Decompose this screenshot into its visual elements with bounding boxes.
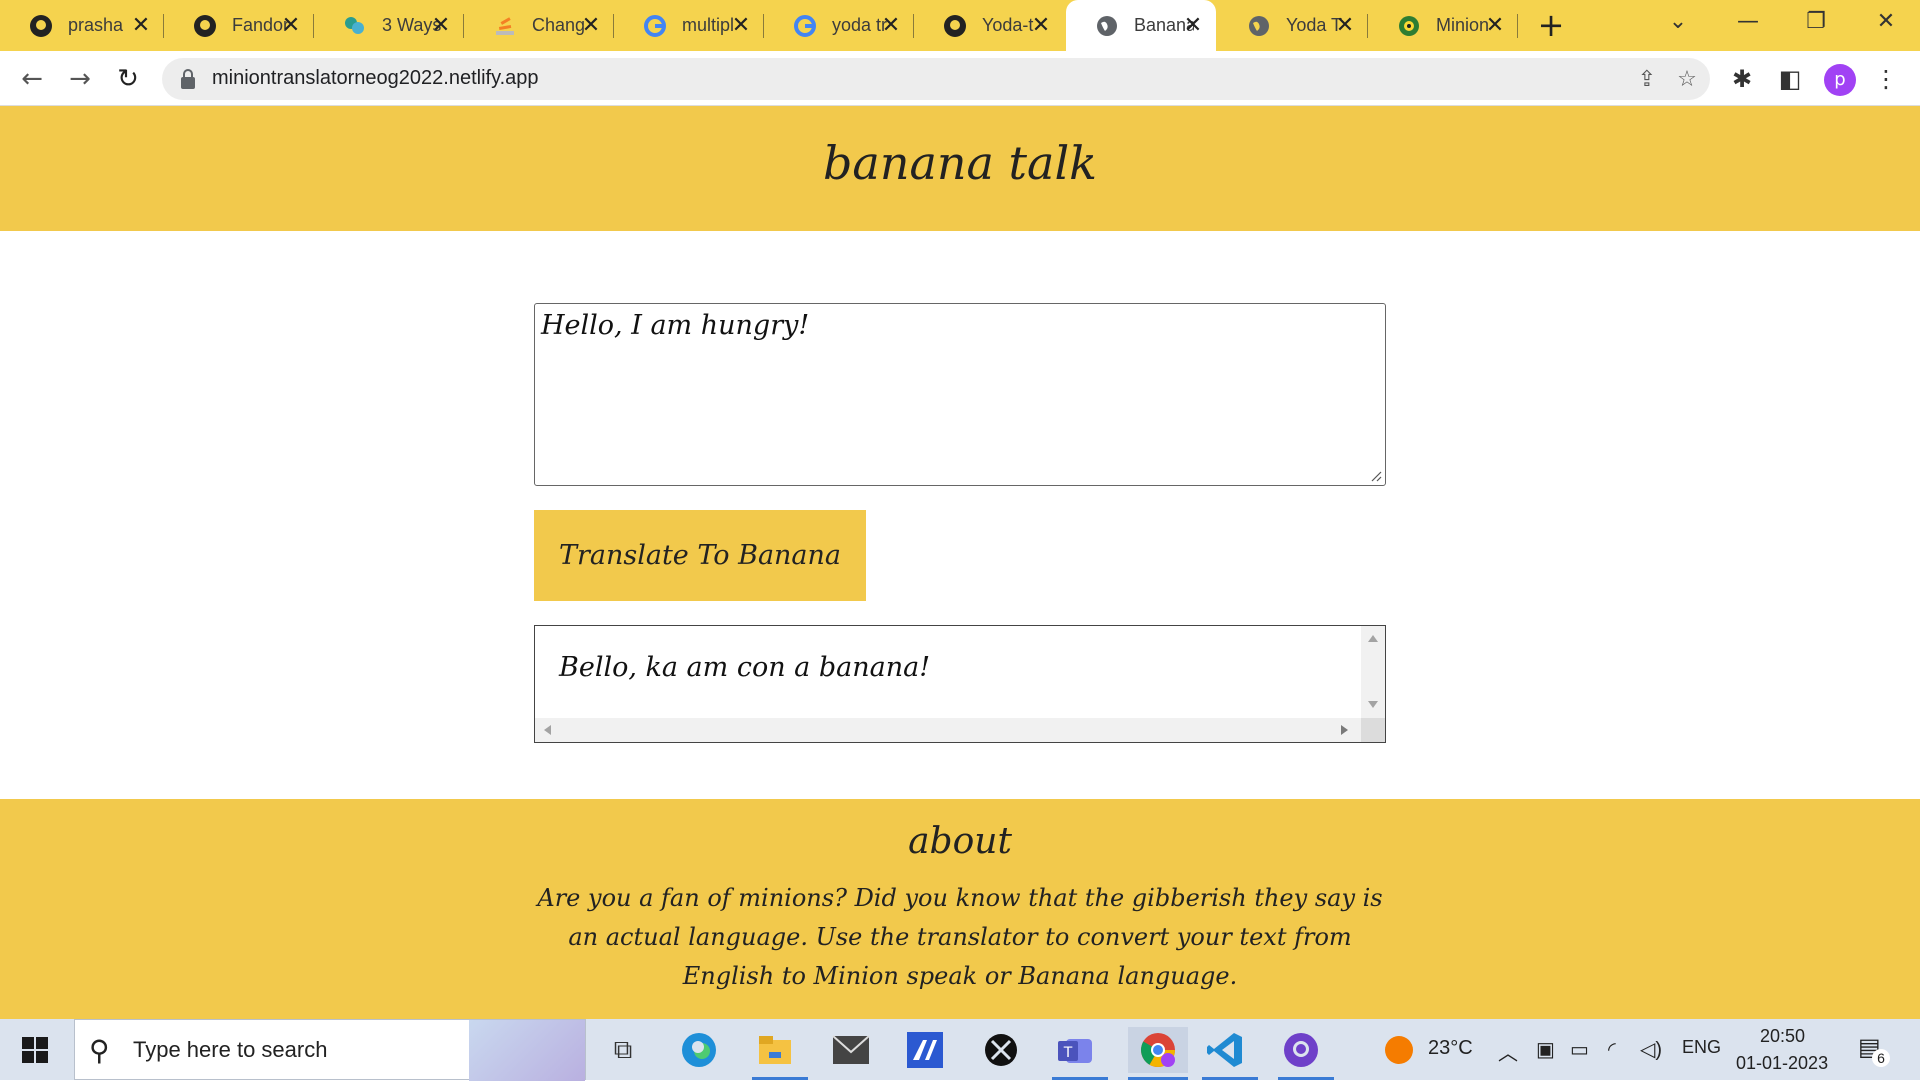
scroll-up-icon[interactable] (1368, 635, 1378, 642)
chevron-up-icon[interactable]: ︿ (1498, 1037, 1518, 1066)
close-icon[interactable]: ✕ (878, 12, 904, 38)
restore-icon[interactable]: ❐ (1786, 0, 1846, 46)
taskbar-search-box[interactable]: ⚲ Type here to search (74, 1019, 586, 1081)
new-tab-button[interactable]: + (1534, 8, 1568, 42)
volume-icon[interactable]: ◁) (1640, 1037, 1662, 1062)
wifi-icon[interactable]: ◜ (1608, 1037, 1616, 1062)
scroll-left-icon[interactable] (544, 725, 551, 735)
task-view-icon[interactable]: ⧉ (600, 1027, 646, 1073)
close-icon[interactable]: ✕ (428, 12, 454, 38)
language-indicator[interactable]: ENG (1682, 1037, 1721, 1058)
google-icon (792, 13, 818, 39)
forward-icon[interactable]: → (62, 61, 98, 97)
tab-4[interactable]: multipl ✕ (614, 0, 764, 51)
side-panel-icon[interactable]: ◧ (1774, 63, 1806, 95)
taskbar: ⚲ Type here to search ⧉ T 23°C ︿ ▣ ▭ ◜ ◁… (0, 1019, 1920, 1081)
globe-icon (1246, 13, 1272, 39)
github-desktop-icon[interactable] (1278, 1027, 1324, 1073)
lock-icon (181, 69, 195, 89)
close-icon[interactable]: ✕ (1028, 12, 1054, 38)
close-icon[interactable]: ✕ (1482, 12, 1508, 38)
close-icon[interactable]: ✕ (578, 12, 604, 38)
weather-icon[interactable] (1384, 1035, 1414, 1065)
share-icon[interactable]: ⇪ (1632, 65, 1662, 95)
close-icon[interactable]: ✕ (278, 12, 304, 38)
clock-date[interactable]: 01-01-2023 (1736, 1053, 1828, 1074)
minion-icon (1396, 13, 1422, 39)
xbox-icon[interactable] (978, 1027, 1024, 1073)
about-heading: about (908, 821, 1012, 862)
menu-icon[interactable]: ⋮ (1870, 63, 1902, 95)
close-icon[interactable]: ✕ (728, 12, 754, 38)
stack-icon (492, 13, 518, 39)
address-bar[interactable]: miniontranslatorneog2022.netlify.app ⇪ ☆ (162, 58, 1710, 100)
tab-separator (1517, 14, 1518, 38)
resize-handle-icon[interactable] (1370, 470, 1382, 482)
about-text: Are you a fan of minions? Did you know t… (537, 884, 1383, 990)
tab-3[interactable]: Chang ✕ (464, 0, 614, 51)
app-icon[interactable] (902, 1027, 948, 1073)
temperature-text[interactable]: 23°C (1428, 1037, 1473, 1060)
about-section: about Are you a fan of minions? Did you … (0, 799, 1920, 1019)
tab-6[interactable]: Yoda-t ✕ (914, 0, 1064, 51)
search-highlight-image (469, 1020, 585, 1081)
battery-icon[interactable]: ▭ (1570, 1037, 1589, 1062)
translate-button[interactable]: Translate To Banana (534, 510, 866, 601)
meet-now-icon[interactable]: ▣ (1536, 1037, 1555, 1062)
search-icon: ⚲ (89, 1034, 110, 1067)
github-icon (28, 13, 54, 39)
notification-count: 6 (1872, 1049, 1890, 1067)
github-icon (942, 13, 968, 39)
tab-label: prasha (68, 15, 124, 35)
vertical-scrollbar[interactable] (1361, 626, 1385, 719)
tab-9[interactable]: Minion ✕ (1368, 0, 1518, 51)
chrome-icon[interactable] (1128, 1027, 1188, 1073)
scroll-down-icon[interactable] (1368, 701, 1378, 708)
close-icon[interactable]: ✕ (1180, 12, 1206, 38)
page-title: banana talk (822, 136, 1098, 190)
output-text: Bello, ka am con a banana! (559, 652, 931, 683)
tab-search-icon[interactable]: ⌄ (1648, 0, 1708, 46)
teams-icon[interactable]: T (1052, 1027, 1098, 1073)
file-explorer-icon[interactable] (752, 1027, 798, 1073)
tab-2[interactable]: 3 Ways ✕ (314, 0, 464, 51)
extensions-icon[interactable]: ✱ (1726, 63, 1758, 95)
mail-icon[interactable] (828, 1027, 874, 1073)
minimize-icon[interactable]: — (1718, 0, 1778, 46)
tab-5[interactable]: yoda tr ✕ (764, 0, 914, 51)
svg-text:T: T (1063, 1045, 1073, 1061)
google-icon (642, 13, 668, 39)
bookmark-star-icon[interactable]: ☆ (1672, 65, 1702, 95)
page-content: banana talk Hello, I am hungry! Translat… (0, 106, 1920, 1019)
tab-1[interactable]: Fandor ✕ (164, 0, 314, 51)
tab-strip: prasha ✕ Fandor ✕ 3 Ways ✕ Chang ✕ multi… (0, 0, 1920, 51)
output-box: Bello, ka am con a banana! (534, 625, 1386, 743)
windows-start-icon[interactable] (12, 1027, 58, 1073)
edge-icon[interactable] (676, 1027, 722, 1073)
globe-icon (1094, 13, 1120, 39)
back-icon[interactable]: ← (14, 61, 50, 97)
browser-toolbar: ← → ↻ miniontranslatorneog2022.netlify.a… (0, 51, 1920, 106)
tab-0[interactable]: prasha ✕ (0, 0, 164, 51)
scroll-right-icon[interactable] (1341, 725, 1348, 735)
input-textarea[interactable]: Hello, I am hungry! (534, 303, 1386, 486)
tab-7[interactable]: Banana ✕ (1066, 0, 1216, 51)
leaf-icon (342, 13, 368, 39)
site-header: banana talk (0, 106, 1920, 231)
scrollbar-corner (1361, 718, 1385, 742)
reload-icon[interactable]: ↻ (110, 61, 146, 97)
close-icon[interactable]: ✕ (1332, 12, 1358, 38)
close-icon[interactable]: ✕ (128, 12, 154, 38)
profile-avatar[interactable]: p (1824, 64, 1856, 96)
close-window-icon[interactable]: ✕ (1856, 0, 1916, 46)
search-placeholder: Type here to search (133, 1037, 328, 1062)
url-text: miniontranslatorneog2022.netlify.app (212, 67, 539, 89)
github-icon (192, 13, 218, 39)
vscode-icon[interactable] (1202, 1027, 1248, 1073)
tab-8[interactable]: Yoda T ✕ (1218, 0, 1368, 51)
horizontal-scrollbar[interactable] (535, 718, 1361, 742)
clock-time[interactable]: 20:50 (1760, 1026, 1805, 1047)
